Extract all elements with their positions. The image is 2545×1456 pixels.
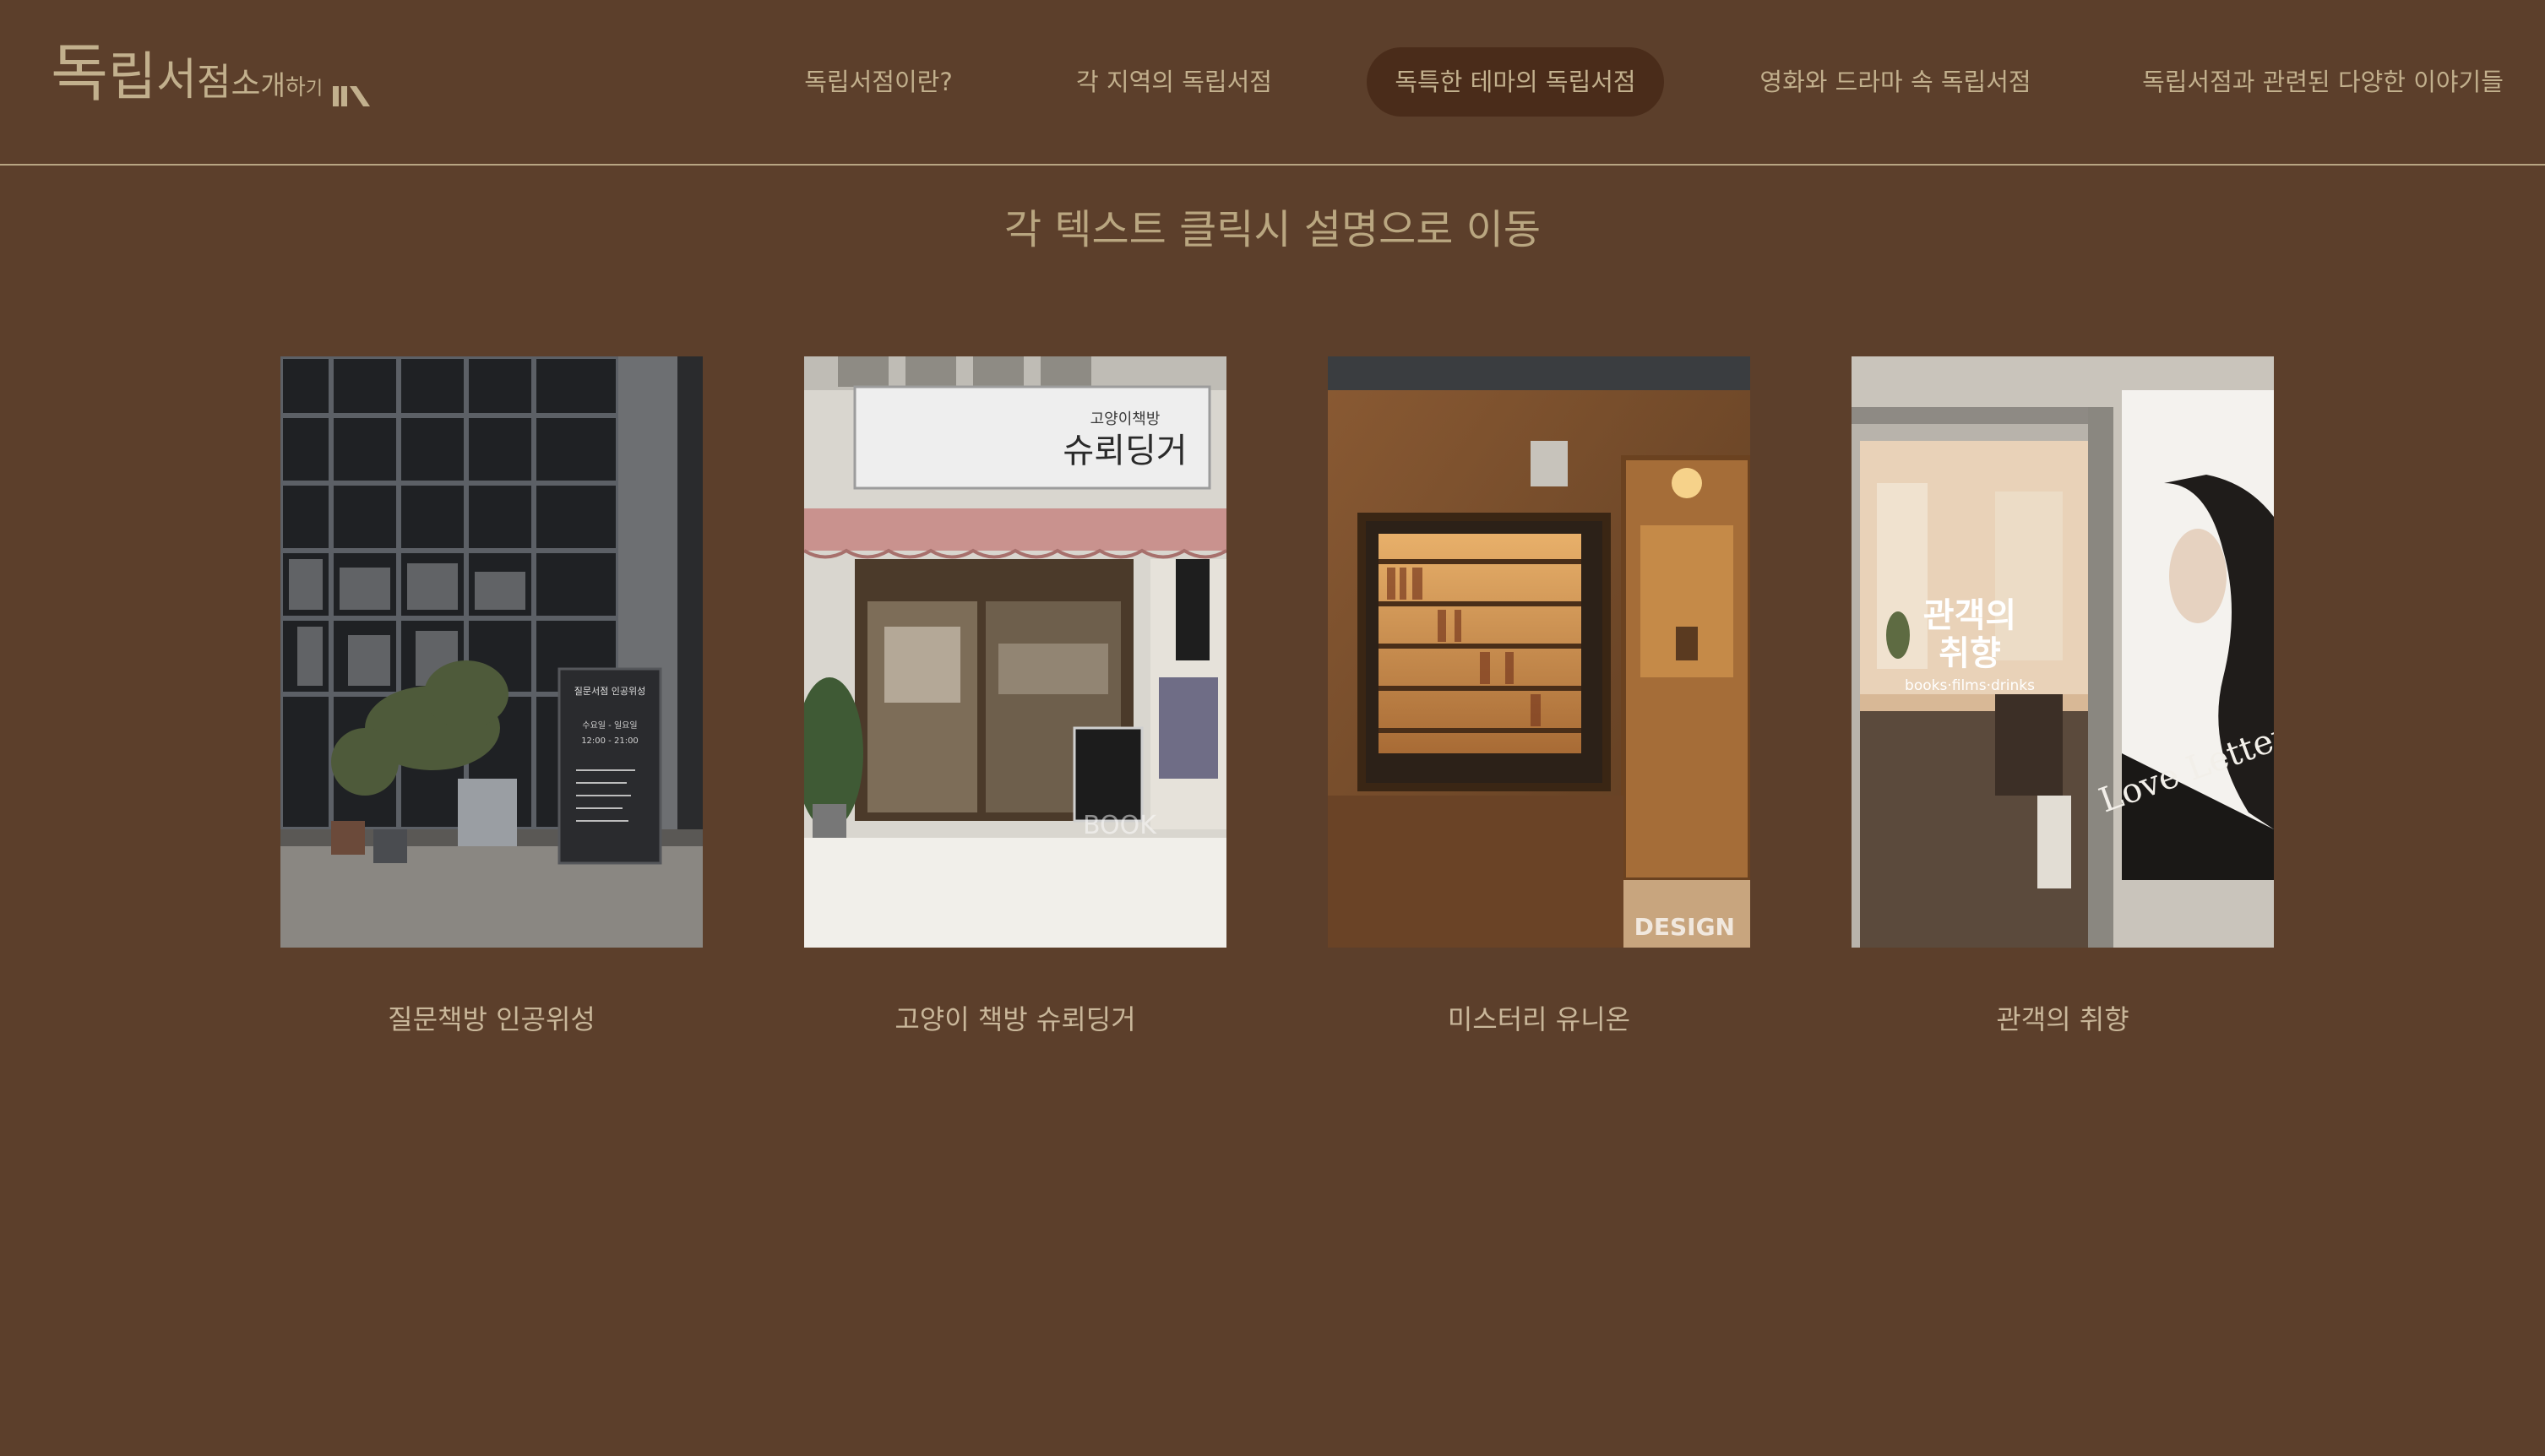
sign-title: 질문서점 인공위성 — [574, 686, 645, 697]
sign-line: 12:00 - 21:00 — [581, 736, 639, 746]
nav-item-bookstores-in-film-drama[interactable]: 영화와 드라마 속 독립서점 — [1748, 47, 2042, 117]
nav-item-bookstore-stories[interactable]: 독립서점과 관련된 다양한 이야기들 — [2137, 47, 2509, 117]
bookstore-card: 고양이책방 슈뢰딩거 BOOK 고양이 책방 슈뢰딩거 — [804, 356, 1226, 1037]
page-subtitle: 각 텍스트 클릭시 설명으로 이동 — [1003, 206, 1542, 253]
window-text-line2: 취향 — [1939, 634, 2001, 673]
window-text-line1: 관객의 — [1923, 596, 2016, 635]
bookstore-link-mystery-union[interactable]: 미스터리 유니온 — [1328, 998, 1750, 1037]
bookstore-card: 관객의 취향 books·films·drinks Love Letter 관객… — [1852, 356, 2274, 1037]
bookstore-link-ingongwiseong[interactable]: 질문책방 인공위성 — [280, 998, 703, 1037]
bookstore-card: DESIGN 미스터리 유니온 — [1328, 356, 1750, 1037]
sign-small-text: 고양이책방 — [1090, 410, 1161, 428]
window-text-sub: books·films·drinks — [1905, 677, 2035, 694]
bookstore-link-schrodinger[interactable]: 고양이 책방 슈뢰딩거 — [804, 998, 1226, 1037]
photo-watermark: DESIGN — [1634, 913, 1735, 941]
sign-main-text: 슈뢰딩거 — [1063, 432, 1187, 470]
main-nav: 독립서점이란? 각 지역의 독립서점 독특한 테마의 독립서점 영화와 드라마 … — [0, 47, 2545, 117]
bookstore-photo-schrodinger[interactable]: 고양이책방 슈뢰딩거 BOOK — [804, 356, 1226, 948]
bookstore-photo-audience-taste[interactable]: 관객의 취향 books·films·drinks Love Letter — [1852, 356, 2274, 948]
sign-line: 수요일 - 일요일 — [582, 720, 637, 731]
nav-item-regional-bookstores[interactable]: 각 지역의 독립서점 — [1066, 47, 1282, 117]
nav-item-what-is-indie-bookstore[interactable]: 독립서점이란? — [786, 47, 971, 117]
site-header: 독 립 서 점 소 개 하 기 독립서점이란? 각 지역의 독립서점 독특한 테… — [0, 0, 2545, 166]
bookstore-photo-mystery-union[interactable]: DESIGN — [1328, 356, 1750, 948]
nav-item-themed-bookstores[interactable]: 독특한 테마의 독립서점 — [1367, 47, 1664, 117]
bookstore-link-audience-taste[interactable]: 관객의 취향 — [1852, 998, 2274, 1037]
bookstore-card: 질문서점 인공위성 수요일 - 일요일 12:00 - 21:00 질문책방 인… — [280, 356, 703, 1037]
bookstore-photo-ingongwiseong[interactable]: 질문서점 인공위성 수요일 - 일요일 12:00 - 21:00 — [280, 356, 703, 948]
photo-watermark: BOOK — [1083, 811, 1157, 840]
